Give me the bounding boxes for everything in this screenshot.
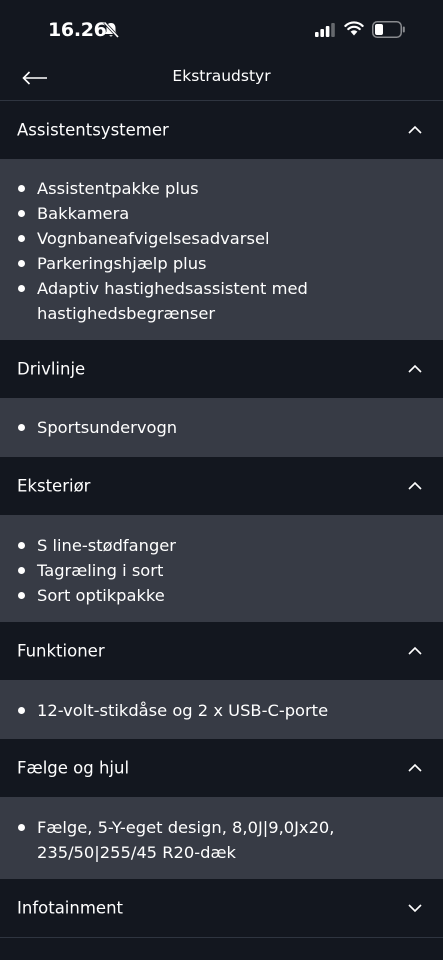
- status-bar: 16.26: [0, 0, 443, 60]
- section-title: Drivlinje: [17, 359, 86, 379]
- chevron-up-icon: [408, 763, 422, 772]
- feature-list: S line-stødfanger Tagræling i sort Sort …: [17, 533, 431, 608]
- section-header-assistentsystemer[interactable]: Assistentsystemer: [0, 101, 443, 159]
- wifi-icon: [344, 21, 364, 36]
- chevron-up-icon: [408, 125, 422, 134]
- section-divider: [0, 937, 443, 938]
- section-header-drivlinje[interactable]: Drivlinje: [0, 340, 443, 398]
- section-header-eksterior[interactable]: Eksteriør: [0, 457, 443, 515]
- section-title: Funktioner: [17, 641, 105, 661]
- feature-list: Assistentpakke plus Bakkamera Vognbaneaf…: [17, 176, 431, 326]
- section-body-drivlinje: Sportsundervogn: [0, 398, 443, 457]
- section-body-faelge-og-hjul: Fælge, 5-Y-eget design, 8,0J|9,0Jx20, 23…: [0, 797, 443, 879]
- list-item: Vognbaneafvigelsesadvarsel: [17, 226, 431, 251]
- battery-icon: [372, 21, 405, 38]
- list-item: Fælge, 5-Y-eget design, 8,0J|9,0Jx20, 23…: [17, 815, 431, 865]
- status-time: 16.26: [48, 19, 107, 41]
- chevron-down-icon: [408, 904, 422, 913]
- list-item: Bakkamera: [17, 201, 431, 226]
- page-title: Ekstraudstyr: [172, 67, 271, 85]
- list-item: Adaptiv hastighedsassistent med hastighe…: [17, 276, 431, 326]
- section-body-eksterior: S line-stødfanger Tagræling i sort Sort …: [0, 515, 443, 622]
- list-item: S line-stødfanger: [17, 533, 431, 558]
- feature-list: Sportsundervogn: [17, 415, 431, 440]
- section-body-assistentsystemer: Assistentpakke plus Bakkamera Vognbaneaf…: [0, 159, 443, 340]
- list-item: Parkeringshjælp plus: [17, 251, 431, 276]
- feature-list: Fælge, 5-Y-eget design, 8,0J|9,0Jx20, 23…: [17, 815, 431, 865]
- list-item: 12-volt-stikdåse og 2 x USB-C-porte: [17, 698, 431, 723]
- section-body-funktioner: 12-volt-stikdåse og 2 x USB-C-porte: [0, 680, 443, 739]
- list-item: Tagræling i sort: [17, 558, 431, 583]
- section-header-faelge-og-hjul[interactable]: Fælge og hjul: [0, 739, 443, 797]
- section-title: Eksteriør: [17, 476, 91, 496]
- chevron-up-icon: [408, 646, 422, 655]
- section-title: Fælge og hjul: [17, 758, 130, 778]
- nav-header: Ekstraudstyr: [0, 60, 443, 100]
- chevron-up-icon: [408, 364, 422, 373]
- feature-list: 12-volt-stikdåse og 2 x USB-C-porte: [17, 698, 431, 723]
- bell-muted-icon: [103, 21, 120, 39]
- section-title: Infotainment: [17, 898, 124, 918]
- list-item: Sort optikpakke: [17, 583, 431, 608]
- section-title: Assistentsystemer: [17, 120, 169, 140]
- list-item: Sportsundervogn: [17, 415, 431, 440]
- chevron-up-icon: [408, 481, 422, 490]
- section-header-infotainment[interactable]: Infotainment: [0, 879, 443, 937]
- cellular-signal-icon: [315, 23, 335, 37]
- section-header-funktioner[interactable]: Funktioner: [0, 622, 443, 680]
- list-item: Assistentpakke plus: [17, 176, 431, 201]
